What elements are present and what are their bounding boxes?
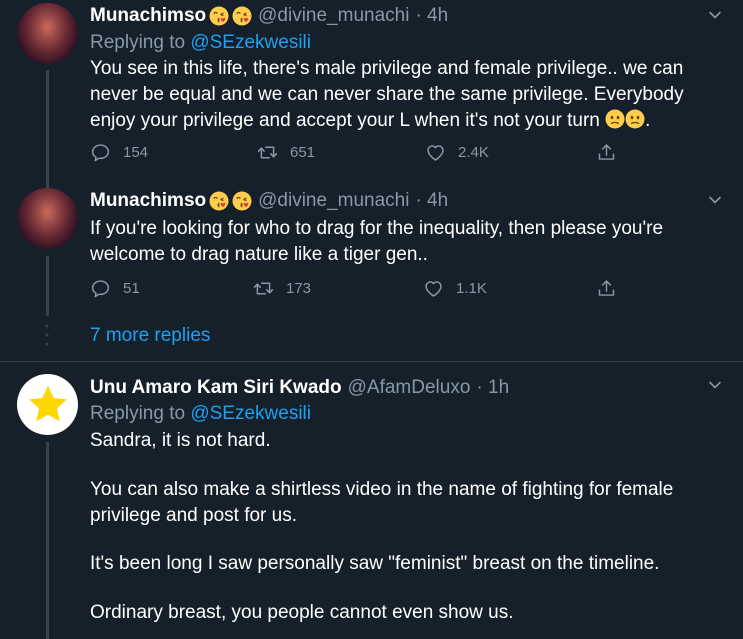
user-handle[interactable]: @divine_munachi [258,5,409,27]
avatar-photo [17,188,78,249]
heart-icon [425,142,446,163]
avatar[interactable] [17,188,78,249]
thread-line [46,70,49,190]
replying-to: Replying to @SEzekwesili [90,403,311,425]
thread-line [46,442,49,639]
timestamp[interactable]: · 4h [415,5,448,27]
retweet-icon [257,142,278,163]
display-name[interactable]: Munachimso [90,5,206,27]
replying-label: Replying to [90,403,186,424]
thread-line [46,256,49,316]
share-icon [596,278,617,299]
mention-link[interactable]: @SEzekwesili [190,32,311,53]
confused-face-emoji [625,109,645,129]
tweet-text: You see in this life, there's male privi… [90,58,684,131]
tweet-paragraph: Ordinary breast, you people cannot even … [90,602,514,623]
face-blowing-kiss-emoji [209,191,229,211]
reply-count: 154 [123,144,149,161]
chevron-down-icon[interactable] [707,192,723,208]
like-count: 1.1K [456,280,487,297]
face-blowing-kiss-emoji [232,191,252,211]
timestamp[interactable]: · 4h [415,190,448,212]
heart-icon [423,278,444,299]
display-name[interactable]: Munachimso [90,190,206,212]
star-icon [28,385,67,421]
replying-to: Replying to @SEzekwesili [90,32,311,54]
tweet-actions: 154 651 2.4K [90,142,630,166]
confused-face-emoji [605,109,625,129]
tweet-paragraph: You can also make a shirtless video in t… [90,479,674,526]
thread-dots-icon [45,324,49,346]
tweet-header: Munachimso @divine_munachi · 4h [90,190,448,212]
like-button[interactable]: 1.1K [423,278,487,299]
reply-button[interactable]: 154 [90,142,148,163]
tweet-text-content: You see in this life, there's male privi… [90,58,684,131]
like-button[interactable]: 2.4K [425,142,489,163]
user-handle[interactable]: @divine_munachi [258,190,409,212]
face-blowing-kiss-emoji [232,6,252,26]
chevron-down-icon[interactable] [707,377,723,393]
tweet-paragraph: It's been long I saw personally saw "fem… [90,553,660,574]
avatar[interactable] [17,3,78,64]
display-name[interactable]: Unu Amaro Kam Siri Kwado [90,377,342,399]
reply-icon [90,142,111,163]
tweet-text: If you're looking for who to drag for th… [90,218,664,265]
avatar[interactable] [17,374,78,435]
reply-icon [90,278,111,299]
share-button[interactable] [596,278,629,299]
tweet-paragraph: Sandra, it is not hard. [90,430,271,451]
avatar-photo [17,3,78,64]
mention-link[interactable]: @SEzekwesili [190,403,311,424]
divider [0,361,743,362]
reply-button[interactable]: 51 [90,278,140,299]
replying-label: Replying to [90,32,186,53]
timestamp[interactable]: · 1h [476,377,509,399]
user-handle[interactable]: @AfamDeluxo [348,377,471,399]
chevron-down-icon[interactable] [707,7,723,23]
face-blowing-kiss-emoji [209,6,229,26]
retweet-count: 173 [286,280,312,297]
share-button[interactable] [596,142,629,163]
retweet-icon [253,278,274,299]
share-icon [596,142,617,163]
tweet-actions: 51 173 1.1K [90,278,630,302]
retweet-count: 651 [290,144,316,161]
reply-count: 51 [123,280,140,297]
tweet-header: Munachimso @divine_munachi · 4h [90,5,448,27]
tweet-text: Sandra, it is not hard. You can also mak… [90,428,720,626]
retweet-button[interactable]: 651 [257,142,315,163]
like-count: 2.4K [458,144,489,161]
retweet-button[interactable]: 173 [253,278,311,299]
more-replies-link[interactable]: 7 more replies [90,325,210,347]
tweet-header: Unu Amaro Kam Siri Kwado @AfamDeluxo · 1… [90,377,509,399]
